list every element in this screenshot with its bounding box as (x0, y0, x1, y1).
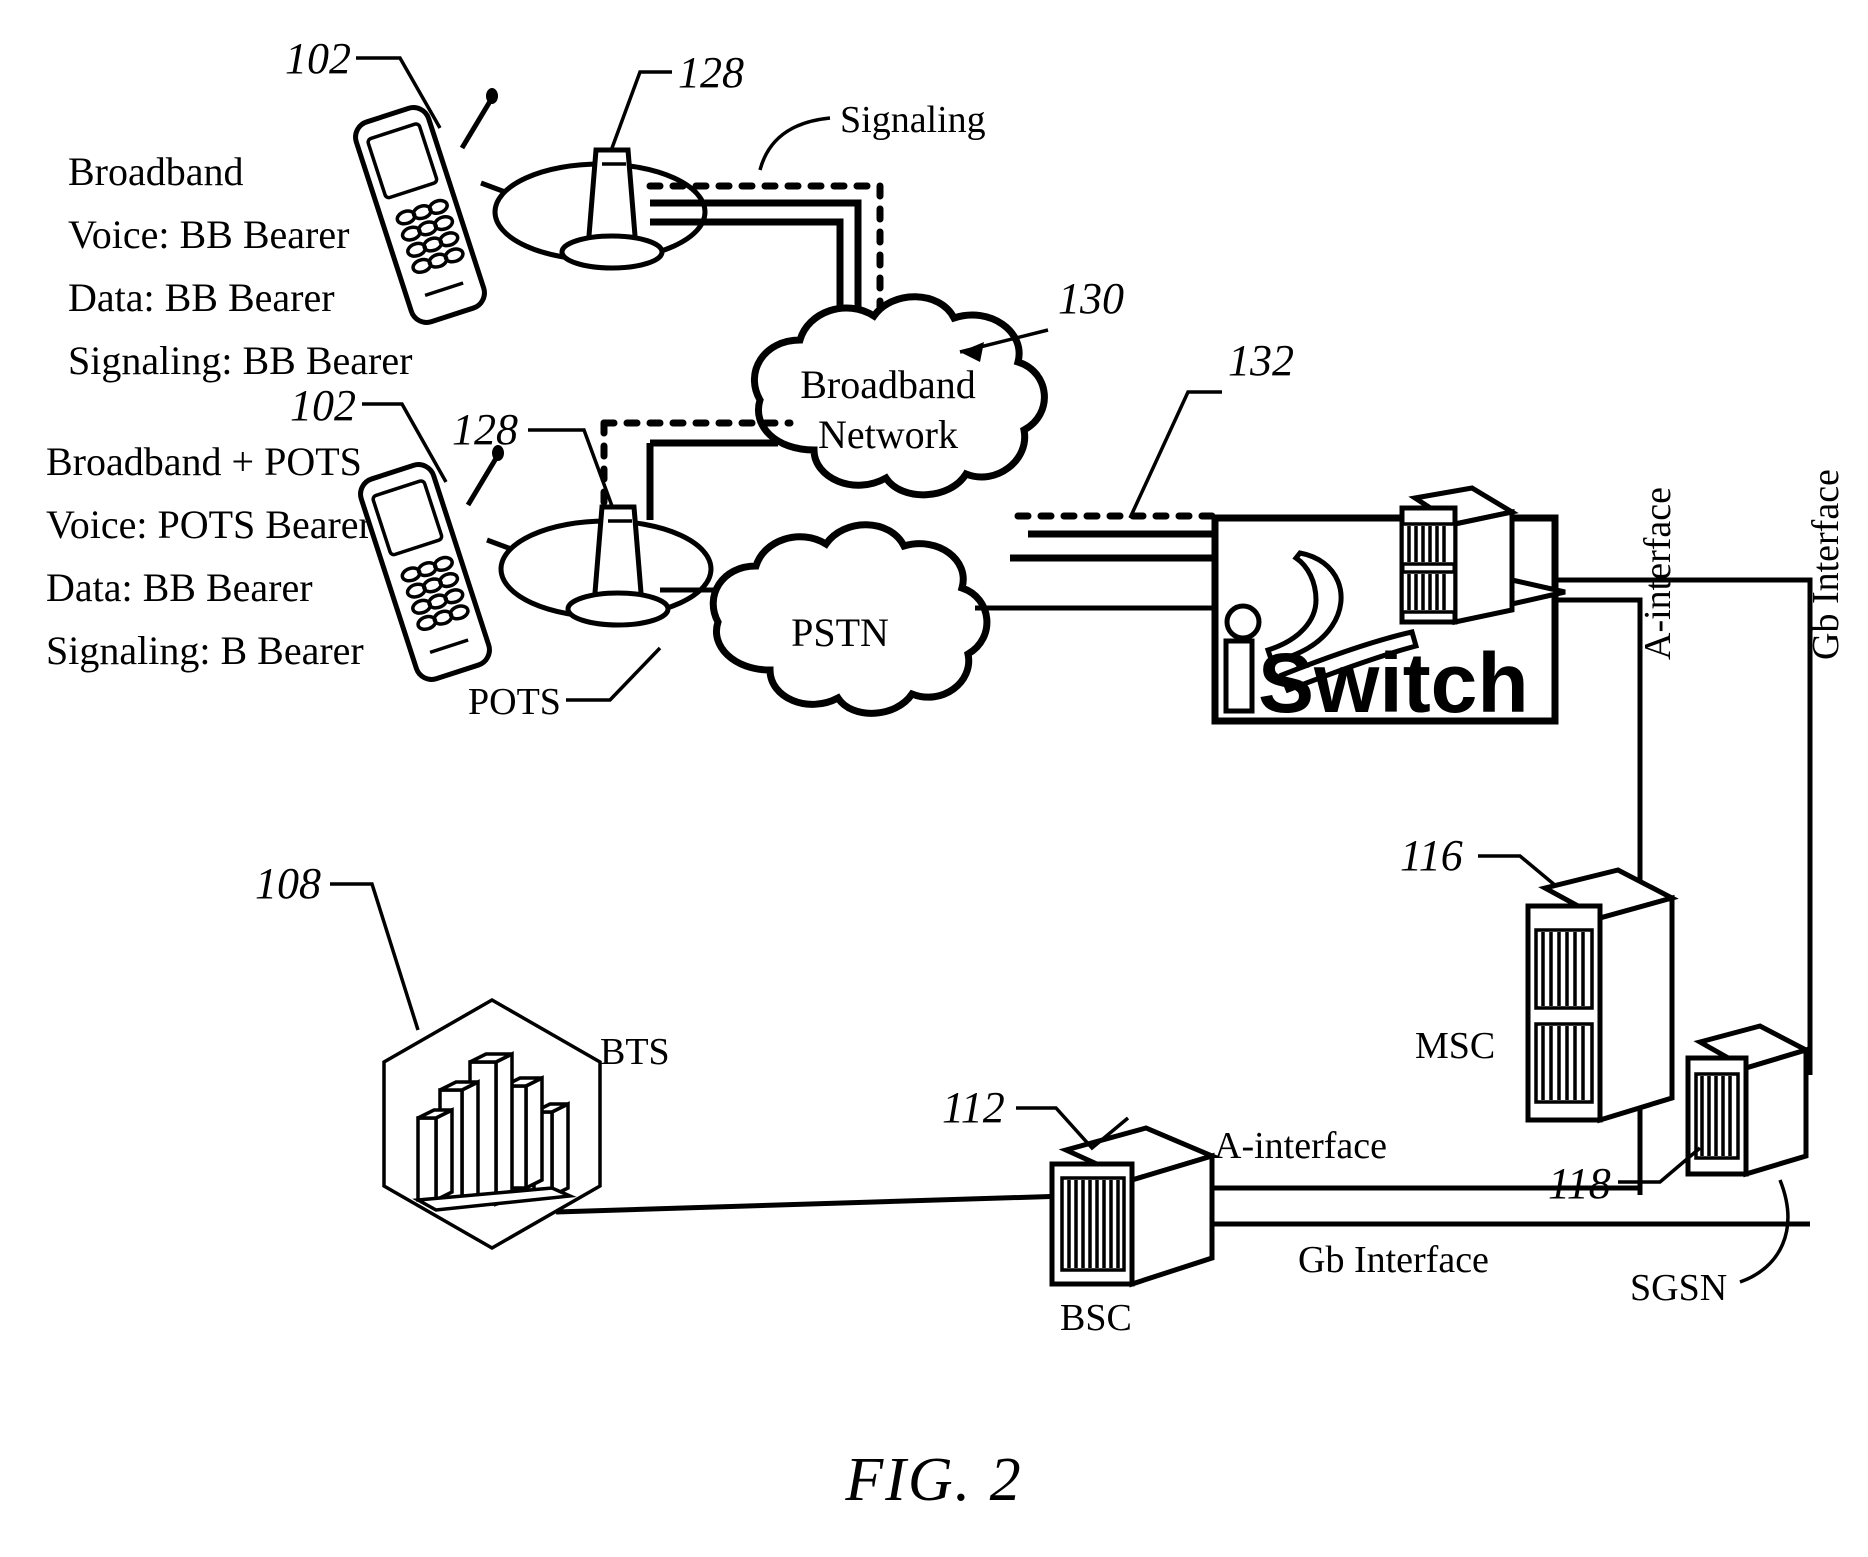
access-point-foot-top (559, 233, 665, 271)
refnum-cell: 108 (255, 859, 321, 908)
signaling-label: Signaling (840, 99, 986, 141)
annotation-broadband-line2: Voice: BB Bearer (68, 212, 349, 257)
pstn-cloud-label: PSTN (791, 610, 889, 655)
bts-label: BTS (600, 1031, 670, 1073)
refnum-handset-bottom: 102 (290, 381, 356, 430)
figure-caption: FIG. 2 (844, 1446, 1022, 1514)
bts-tower-2-side (524, 1075, 544, 1191)
refnum-base-bottom: 128 (452, 405, 518, 454)
annotation-broadband-line3: Data: BB Bearer (68, 275, 335, 320)
annotation-pots-line4: Signaling: B Bearer (46, 628, 364, 673)
broadband-cloud-label-line2: Network (818, 412, 958, 457)
annotation-pots-line2: Voice: POTS Bearer (46, 502, 372, 547)
bsc-panel (1060, 1176, 1126, 1272)
bsc-label: BSC (1060, 1297, 1132, 1339)
a-interface-vertical-label: A-interface (1637, 487, 1679, 660)
gb-interface-vertical-label: Gb Interface (1805, 469, 1847, 660)
refnum-base-top: 128 (678, 48, 744, 97)
annotation-pots-line1: Broadband + POTS (46, 439, 362, 484)
refnum-sgsn: 118 (1548, 1159, 1611, 1208)
annotation-broadband-line4: Signaling: BB Bearer (68, 338, 412, 383)
refnum-broadband-network: 130 (1058, 274, 1124, 323)
sgsn-side-face (1743, 1046, 1809, 1178)
patent-figure-page: Broadband Voice: BB Bearer Data: BB Bear… (0, 0, 1868, 1557)
refnum-iswitch: 132 (1228, 336, 1294, 385)
figure-2-diagram: Broadband Voice: BB Bearer Data: BB Bear… (0, 0, 1868, 1557)
iswitch-rack-graphic (1399, 485, 1519, 626)
msc-node (1525, 867, 1679, 1124)
annotation-pots-line3: Data: BB Bearer (46, 565, 313, 610)
bts-tower-5 (416, 1116, 438, 1202)
bsc-node (1049, 1125, 1220, 1288)
bts-tower-1-side (550, 1101, 570, 1199)
a-interface-horizontal-label: A-interface (1214, 1125, 1387, 1167)
broadband-cloud-label-line1: Broadband (800, 362, 976, 407)
iswitch-rack-side (1452, 508, 1515, 626)
refnum-msc: 116 (1400, 831, 1463, 880)
handset-antenna-tip-top (486, 88, 498, 104)
msc-label: MSC (1415, 1025, 1495, 1067)
refnum-bsc: 112 (942, 1083, 1005, 1132)
iswitch-node: Switch (1211, 485, 1566, 730)
bts-tower-4-side (460, 1079, 480, 1209)
iswitch-logo-word: Switch (1258, 636, 1529, 730)
bts-tower-5-side (434, 1107, 454, 1203)
annotation-broadband-line1: Broadband (68, 149, 244, 194)
gb-interface-horizontal-label: Gb Interface (1298, 1239, 1489, 1281)
refnum-handset-top: 102 (285, 34, 351, 83)
access-point-foot-bottom (565, 590, 671, 628)
iswitch-logo-i-stem (1223, 638, 1255, 714)
iswitch-logo-dot (1224, 603, 1262, 641)
msc-side-face (1597, 894, 1675, 1124)
pots-label: POTS (468, 681, 561, 723)
bts-tower-3-side (494, 1051, 514, 1207)
sgsn-label: SGSN (1630, 1267, 1727, 1309)
